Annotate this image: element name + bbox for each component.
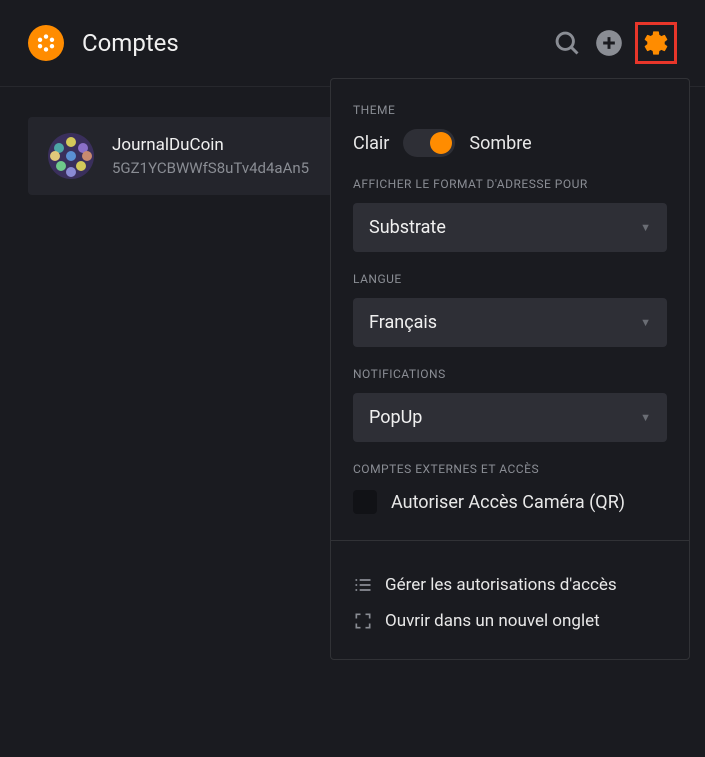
account-text: JournalDuCoin 5GZ1YCBWWfS8uTv4d4aAn5	[112, 135, 309, 177]
notifications-select[interactable]: PopUp ▼	[353, 393, 667, 442]
manage-access-action[interactable]: Gérer les autorisations d'accès	[353, 567, 667, 603]
divider	[331, 540, 689, 541]
header-right	[551, 22, 677, 64]
language-value: Français	[369, 312, 437, 333]
open-new-tab-label: Ouvrir dans un nouvel onglet	[385, 611, 600, 631]
camera-access-checkbox[interactable]	[353, 490, 377, 514]
polkadot-logo-icon	[28, 25, 64, 61]
language-label: LANGUE	[353, 272, 667, 286]
address-format-value: Substrate	[369, 217, 446, 238]
toggle-knob	[430, 132, 452, 154]
camera-access-row: Autoriser Accès Caméra (QR)	[353, 490, 667, 514]
camera-access-label: Autoriser Accès Caméra (QR)	[391, 492, 625, 513]
header-left: Comptes	[28, 25, 179, 61]
manage-access-label: Gérer les autorisations d'accès	[385, 575, 617, 595]
settings-button-highlight	[635, 22, 677, 64]
settings-panel: THEME Clair Sombre AFFICHER LE FORMAT D'…	[330, 78, 690, 660]
account-address: 5GZ1YCBWWfS8uTv4d4aAn5	[112, 159, 309, 177]
list-check-icon	[353, 575, 373, 595]
external-access-label: COMPTES EXTERNES ET ACCÈS	[353, 462, 667, 476]
language-select[interactable]: Français ▼	[353, 298, 667, 347]
theme-dark-label: Sombre	[469, 133, 531, 154]
gear-icon[interactable]	[640, 27, 672, 59]
theme-toggle[interactable]	[403, 129, 455, 157]
account-name: JournalDuCoin	[112, 135, 309, 155]
header: Comptes	[0, 0, 705, 87]
notifications-value: PopUp	[369, 407, 422, 428]
address-format-label: AFFICHER LE FORMAT D'ADRESSE POUR	[353, 177, 667, 191]
theme-light-label: Clair	[353, 133, 389, 154]
search-icon[interactable]	[551, 27, 583, 59]
fullscreen-icon	[353, 611, 373, 631]
chevron-down-icon: ▼	[640, 411, 651, 424]
address-format-select[interactable]: Substrate ▼	[353, 203, 667, 252]
app-container: Comptes	[0, 0, 705, 757]
chevron-down-icon: ▼	[640, 221, 651, 234]
account-avatar	[48, 133, 94, 179]
add-icon[interactable]	[593, 27, 625, 59]
open-new-tab-action[interactable]: Ouvrir dans un nouvel onglet	[353, 603, 667, 639]
theme-row: Clair Sombre	[353, 129, 667, 157]
chevron-down-icon: ▼	[640, 316, 651, 329]
notifications-label: NOTIFICATIONS	[353, 367, 667, 381]
page-title: Comptes	[82, 29, 179, 57]
theme-section-label: THEME	[353, 103, 667, 117]
